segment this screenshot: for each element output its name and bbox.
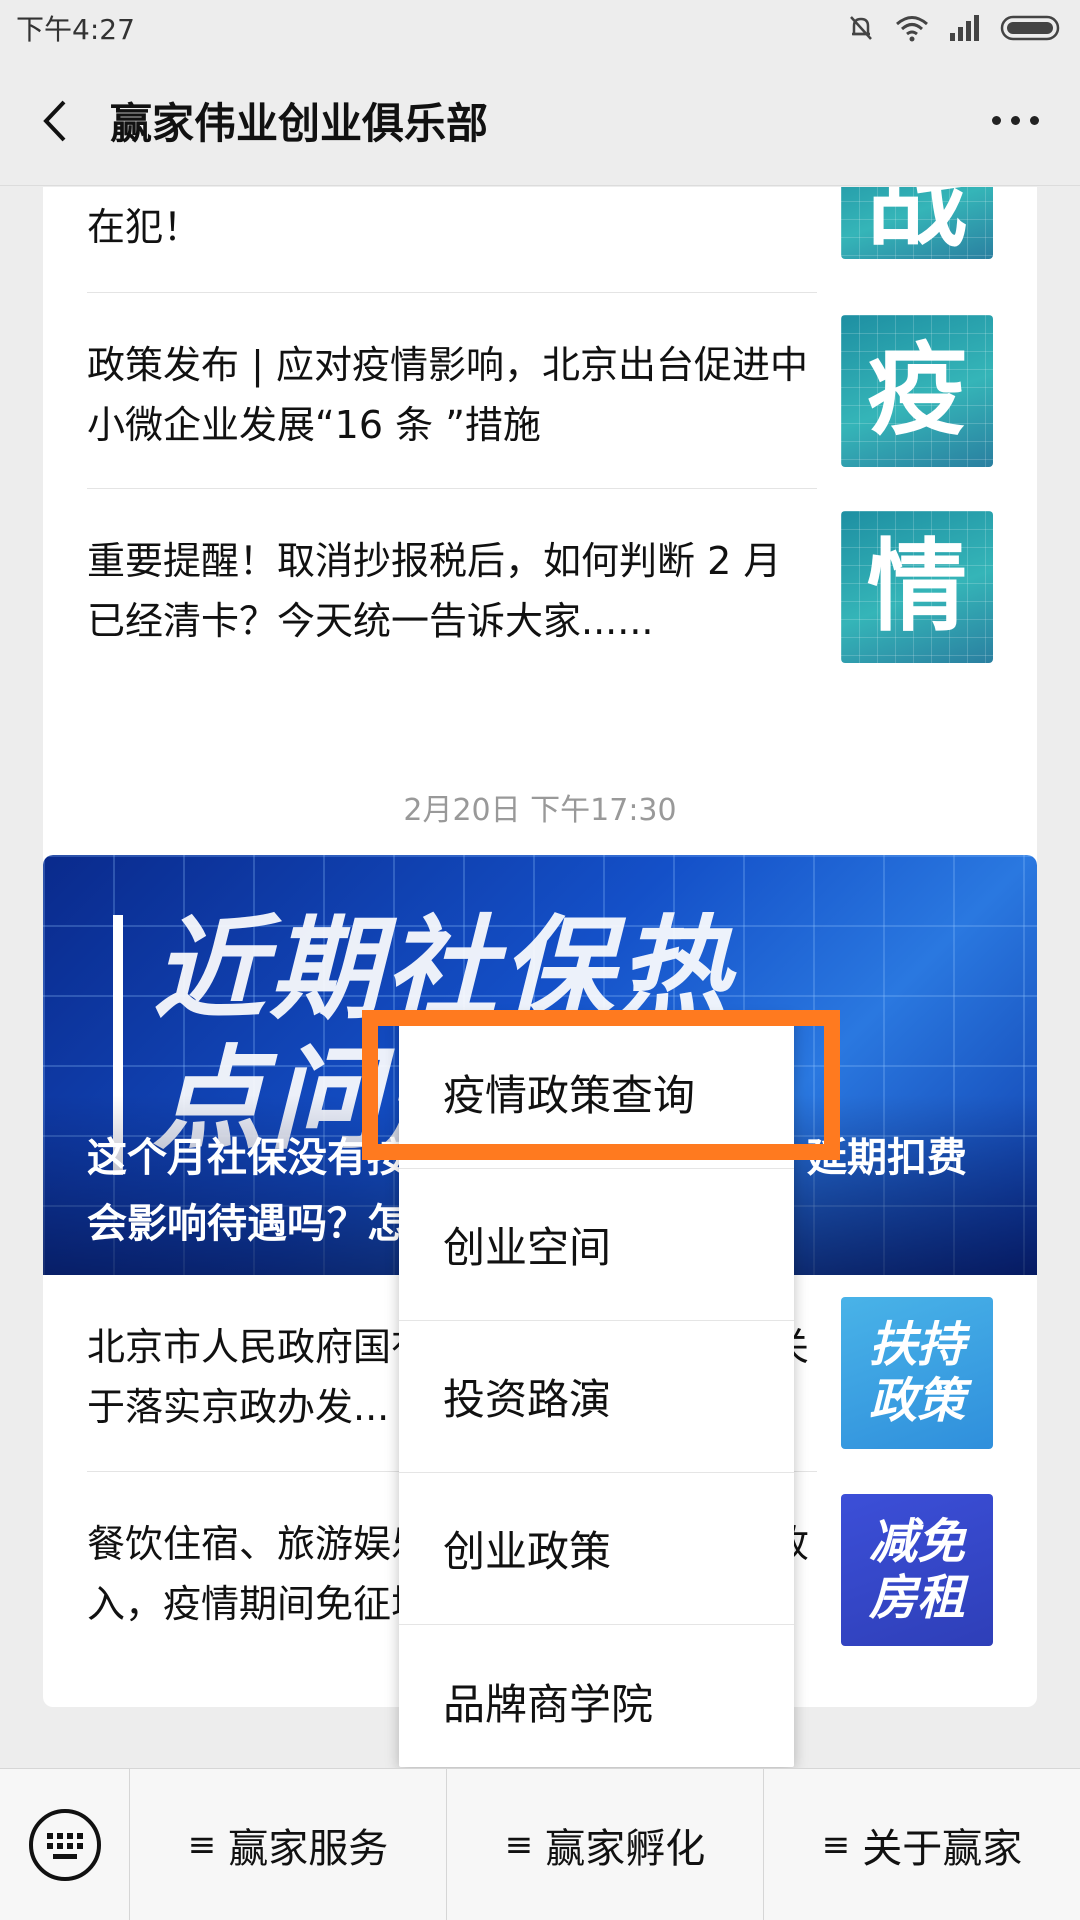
wifi-icon [896, 16, 928, 42]
more-dot [991, 116, 1001, 125]
message-timestamp: 2月20日 下午17:30 [403, 793, 677, 828]
signal-icon [950, 15, 979, 41]
more-button[interactable] [960, 71, 1070, 171]
page-title: 赢家伟业创业俱乐部 [110, 99, 489, 148]
submenu-item-investment-roadshow[interactable]: 投资路演 [399, 1321, 794, 1473]
more-dot [1010, 116, 1020, 125]
article-title: 在犯！ [87, 205, 202, 249]
submenu-item-startup-space[interactable]: 创业空间 [399, 1169, 794, 1321]
article-thumbnail: 情 [841, 511, 993, 663]
status-icons [846, 13, 1064, 43]
thumbnail-text: 战 [867, 187, 967, 259]
menu-tab-label: 赢家服务 [228, 1825, 389, 1872]
more-dot [1029, 116, 1039, 125]
menu-tab-about[interactable]: ≡ 关于赢家 [764, 1769, 1080, 1920]
menu-tab-label: 赢家孵化 [545, 1825, 706, 1872]
article-thumbnail: 扶持 政策 [841, 1297, 993, 1449]
back-button[interactable] [6, 71, 106, 171]
status-bar: 下午4:27 [0, 0, 1080, 56]
thumbnail-text: 疫 [867, 332, 967, 449]
article-thumbnail: 战 [841, 187, 993, 259]
keyboard-icon [28, 1808, 101, 1881]
thumbnail-text: 情 [867, 528, 967, 645]
menu-list-icon: ≡ [821, 1824, 851, 1865]
chevron-left-icon [43, 100, 66, 141]
article-thumbnail: 疫 [841, 315, 993, 467]
submenu-item-brand-academy[interactable]: 品牌商学院 [399, 1625, 794, 1777]
article-item[interactable]: 政策发布 | 应对疫情影响，北京出台促进中小微企业发展“16 条 ”措施 疫 [87, 293, 993, 489]
keyboard-toggle-button[interactable] [0, 1768, 130, 1920]
menu-tab-service[interactable]: ≡ 赢家服务 [130, 1768, 447, 1920]
article-item[interactable]: 重要提醒！取消抄报税后，如何判断 2 月已经清卡？今天统一告诉大家...... … [87, 489, 993, 685]
highlight-annotation-box [362, 1010, 840, 1160]
article-title: 政策发布 | 应对疫情影响，北京出台促进中小微企业发展“16 条 ”措施 [87, 343, 808, 447]
battery-icon [1000, 15, 1060, 41]
menu-tab-label: 关于赢家 [862, 1825, 1023, 1872]
menu-tab-incubation[interactable]: ≡ 赢家孵化 [447, 1768, 764, 1920]
article-title: 重要提醒！取消抄报税后，如何判断 2 月已经清卡？今天统一告诉大家...... [87, 539, 782, 643]
status-time: 下午4:27 [16, 13, 135, 46]
bottom-menu-bar: ≡ 赢家服务 ≡ 赢家孵化 ≡ 关于赢家 [0, 1768, 1080, 1920]
mute-bell-icon [850, 16, 872, 40]
article-thumbnail: 减免 房租 [841, 1494, 993, 1646]
top-nav: 赢家伟业创业俱乐部 [0, 56, 1080, 186]
submenu-item-startup-policy[interactable]: 创业政策 [399, 1473, 794, 1625]
menu-list-icon: ≡ [504, 1824, 534, 1865]
menu-list-icon: ≡ [187, 1824, 217, 1865]
